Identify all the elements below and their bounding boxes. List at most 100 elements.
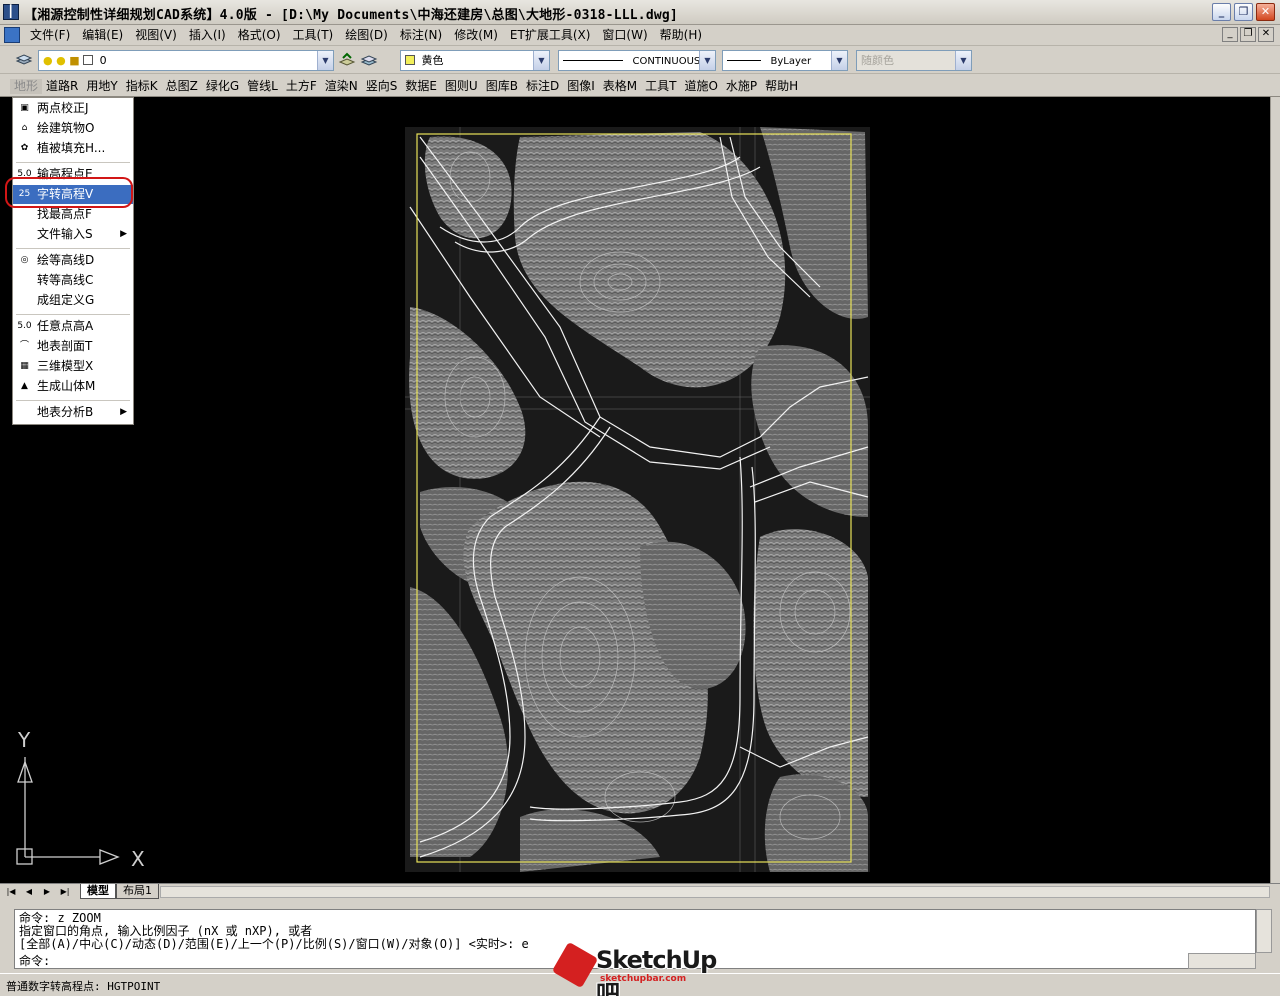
- dropdown-item[interactable]: ✿ 植被填充H...: [13, 139, 133, 158]
- plugin-menu-item[interactable]: 管线L: [243, 79, 282, 94]
- dropdown-item[interactable]: 转等高线C: [13, 271, 133, 290]
- dropdown-item-label: 植被填充H...: [37, 141, 106, 155]
- command-vertical-scrollbar[interactable]: [1256, 909, 1272, 953]
- layer-combo[interactable]: ● ● ■ 0 ▼: [38, 50, 334, 71]
- dropdown-item[interactable]: 文件输入S ▶: [13, 225, 133, 244]
- menu-item[interactable]: ET扩展工具(X): [504, 28, 597, 43]
- plugin-menu-item[interactable]: 标注D: [522, 79, 563, 94]
- dropdown-item-label: 任意点高A: [37, 319, 94, 333]
- last-tab-button[interactable]: ▶|: [58, 885, 72, 898]
- canvas-vertical-scrollbar[interactable]: [1270, 97, 1280, 883]
- plugin-menu-item[interactable]: 竖向S: [362, 79, 402, 94]
- plugin-menu-item[interactable]: 用地Y: [82, 79, 121, 94]
- plugin-menu-item[interactable]: 道路R: [42, 79, 82, 94]
- drawing-canvas[interactable]: Y X: [0, 97, 1270, 883]
- ucs-y-label: Y: [17, 728, 31, 752]
- ucs-x-label: X: [131, 847, 145, 871]
- plugin-menu-item[interactable]: 图库B: [482, 79, 522, 94]
- plugin-menu-item[interactable]: 数据E: [401, 79, 441, 94]
- dropdown-item[interactable]: ◎ 绘等高线D: [13, 251, 133, 270]
- app-icon[interactable]: [3, 3, 19, 20]
- terrain-drawing: Y X: [16, 127, 870, 872]
- layer-previous-icon[interactable]: [360, 51, 378, 69]
- profile-icon: ⌒: [19, 341, 29, 351]
- dropdown-item[interactable]: ▣ 两点校正J: [13, 99, 133, 118]
- menu-item[interactable]: 插入(I): [183, 28, 232, 43]
- lineweight-combo[interactable]: ByLayer ▼: [722, 50, 848, 71]
- menu-item[interactable]: 窗口(W): [596, 28, 653, 43]
- color-combo[interactable]: 黄色 ▼: [400, 50, 550, 71]
- plugin-menu-item[interactable]: 绿化G: [202, 79, 243, 94]
- lineweight-dropdown-arrow[interactable]: ▼: [831, 51, 847, 70]
- plugin-menu-item[interactable]: 工具T: [641, 79, 680, 94]
- make-current-layer-icon[interactable]: [338, 51, 356, 69]
- color-swatch: [405, 55, 415, 65]
- plugin-menu-item[interactable]: 道施O: [680, 79, 721, 94]
- plugin-menu-item[interactable]: 指标K: [122, 79, 162, 94]
- submenu-arrow-icon: ▶: [120, 229, 127, 239]
- dropdown-item[interactable]: ▲ 生成山体M: [13, 377, 133, 396]
- menu-item[interactable]: 帮助(H): [654, 28, 708, 43]
- ucs-icon: [16, 757, 120, 865]
- layer-dropdown-arrow[interactable]: ▼: [317, 51, 333, 70]
- tab-layout1[interactable]: 布局1: [116, 884, 159, 899]
- menu-item[interactable]: 格式(O): [232, 28, 287, 43]
- contour-icon: ◎: [20, 255, 29, 265]
- watermark-url: sketchupbar.com: [600, 974, 687, 984]
- plugin-menu-item[interactable]: 总图Z: [162, 79, 202, 94]
- menu-item[interactable]: 视图(V): [129, 28, 183, 43]
- linetype-sample: [563, 60, 623, 61]
- color-dropdown-arrow[interactable]: ▼: [533, 51, 549, 70]
- first-tab-button[interactable]: |◀: [4, 885, 18, 898]
- window-title: 【湘源控制性详细规划CAD系统】4.0版 - [D:\My Documents\…: [24, 8, 678, 23]
- doc-close-button[interactable]: ✕: [1258, 27, 1274, 42]
- dropdown-item-label: 绘等高线D: [37, 253, 95, 267]
- linetype-dropdown-arrow[interactable]: ▼: [699, 51, 715, 70]
- dropdown-item[interactable]: ▦ 三维模型X: [13, 357, 133, 376]
- document-icon[interactable]: [4, 27, 20, 43]
- menu-item[interactable]: 工具(T): [287, 28, 340, 43]
- tab-model[interactable]: 模型: [80, 884, 116, 899]
- command-prompt[interactable]: 命令:: [19, 954, 50, 968]
- plugin-menu-item[interactable]: 土方F: [282, 79, 321, 94]
- menu-item[interactable]: 文件(F): [24, 28, 76, 43]
- next-tab-button[interactable]: ▶: [40, 885, 54, 898]
- command-horizontal-scrollbar[interactable]: [1188, 953, 1256, 969]
- plugin-menu-item[interactable]: 图像I: [563, 79, 599, 94]
- submenu-arrow-icon: ▶: [120, 407, 127, 417]
- restore-button[interactable]: ❐: [1234, 3, 1253, 21]
- dropdown-item-label: 两点校正J: [37, 101, 89, 115]
- plugin-menu-item[interactable]: 地形: [10, 79, 43, 94]
- dropdown-item[interactable]: ⌂ 绘建筑物O: [13, 119, 133, 138]
- plugin-menu-item[interactable]: 水施P: [722, 79, 761, 94]
- layer-name: 0: [99, 54, 107, 67]
- canvas-horizontal-scrollbar[interactable]: [160, 886, 1270, 898]
- plugin-menu-item[interactable]: 表格M: [599, 79, 641, 94]
- menu-separator: [16, 400, 130, 401]
- doc-minimize-button[interactable]: _: [1222, 27, 1238, 42]
- close-button[interactable]: ✕: [1256, 3, 1275, 21]
- menu-item[interactable]: 标注(N): [394, 28, 448, 43]
- doc-restore-button[interactable]: ❐: [1240, 27, 1256, 42]
- menu-bar: 文件(F) 编辑(E) 视图(V) 插入(I) 格式(O) 工具(T) 绘图(D) 标注(N)…: [0, 25, 1280, 46]
- layer-manager-icon[interactable]: [15, 51, 33, 69]
- plotstyle-dropdown-arrow: ▼: [955, 51, 971, 70]
- menu-item[interactable]: 绘图(D): [339, 28, 394, 43]
- dropdown-item[interactable]: 5.0 任意点高A: [13, 317, 133, 336]
- terrain-dropdown-menu: ▣ 两点校正J ⌂ 绘建筑物O ✿ 植被填充H... 5.0 输高程点E 25 字转高程V 找最高点…: [12, 97, 134, 425]
- plugin-menu-item[interactable]: 图则U: [441, 79, 482, 94]
- dropdown-item[interactable]: 成组定义G: [13, 291, 133, 310]
- prev-tab-button[interactable]: ◀: [22, 885, 36, 898]
- dropdown-item[interactable]: ⌒ 地表剖面T: [13, 337, 133, 356]
- command-history-line: 指定窗口的角点, 输入比例因子 (nX 或 nXP), 或者: [19, 924, 313, 938]
- dropdown-item[interactable]: 地表分析B ▶: [13, 403, 133, 422]
- menu-item[interactable]: 编辑(E): [76, 28, 129, 43]
- dropdown-item-label: 转等高线C: [37, 273, 94, 287]
- menu-item[interactable]: 修改(M): [448, 28, 504, 43]
- building-icon: ⌂: [21, 123, 28, 133]
- minimize-button[interactable]: _: [1212, 3, 1231, 21]
- plugin-menu-item[interactable]: 帮助H: [761, 79, 802, 94]
- plugin-menu-item[interactable]: 渲染N: [321, 79, 362, 94]
- sketchupbar-logo-icon: [551, 941, 599, 989]
- linetype-combo[interactable]: CONTINUOUS ▼: [558, 50, 716, 71]
